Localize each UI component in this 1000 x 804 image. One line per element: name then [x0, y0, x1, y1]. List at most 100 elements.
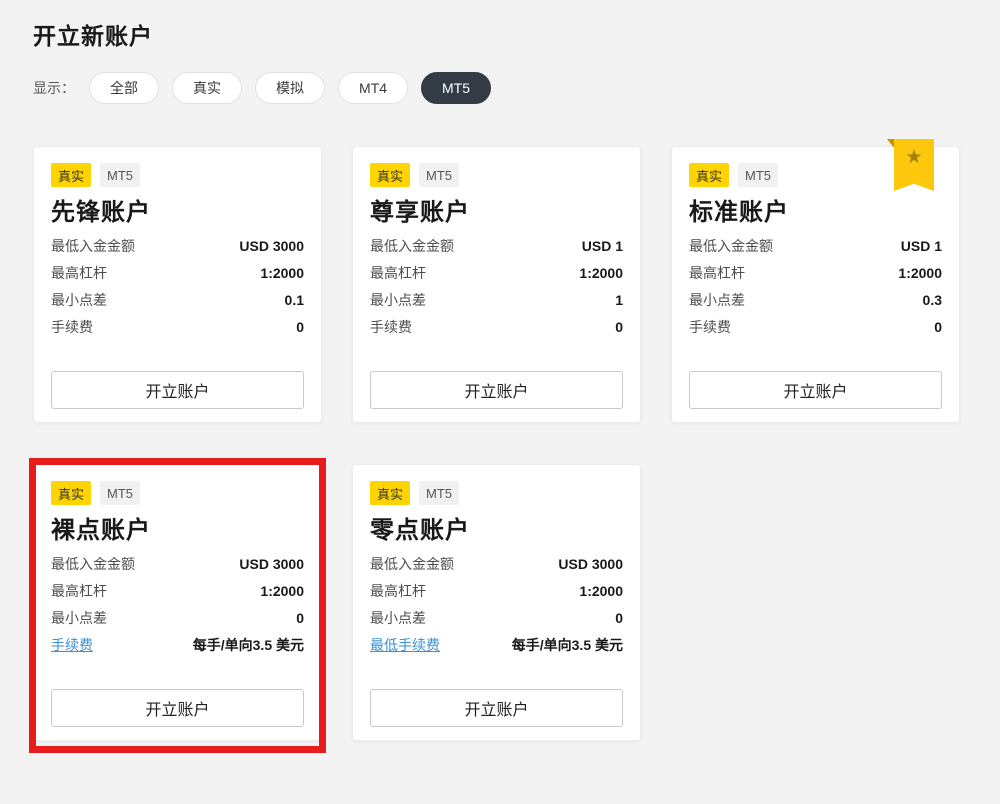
- spec-value: USD 3000: [239, 556, 304, 573]
- spec-value: 0: [615, 319, 623, 336]
- spec-row: 手续费 0: [689, 319, 942, 336]
- spec-label: 最高杠杆: [51, 265, 107, 282]
- open-account-button[interactable]: 开立账户: [51, 689, 304, 727]
- account-title: 先锋账户: [51, 200, 304, 226]
- min-commission-link[interactable]: 最低手续费: [370, 637, 440, 653]
- spec-rows: 最低入金金额 USD 1 最高杠杆 1:2000 最小点差 0.3 手续费 0: [689, 238, 942, 336]
- spec-row: 最小点差 0.3: [689, 292, 942, 309]
- spec-rows: 最低入金金额 USD 3000 最高杠杆 1:2000 最小点差 0 手续费 每…: [51, 556, 304, 654]
- spec-label: 最低入金金额: [51, 556, 135, 573]
- spec-value: 每手/单向3.5 美元: [512, 637, 623, 654]
- spec-value: 1:2000: [260, 265, 304, 282]
- spec-label: 最小点差: [51, 292, 107, 309]
- spec-row: 最小点差 0: [370, 610, 623, 627]
- spec-value: USD 1: [901, 238, 942, 255]
- spec-row: 最小点差 0: [51, 610, 304, 627]
- spec-label: 最高杠杆: [370, 583, 426, 600]
- spec-value: 0: [615, 610, 623, 627]
- spec-label: 最低入金金额: [51, 238, 135, 255]
- ribbon-fold: [887, 139, 894, 148]
- spec-value: 1:2000: [260, 583, 304, 600]
- spec-value: 1:2000: [579, 583, 623, 600]
- spec-label: 最低入金金额: [370, 556, 454, 573]
- spec-row: 手续费 0: [370, 319, 623, 336]
- spec-row: 最低入金金额 USD 1: [370, 238, 623, 255]
- spec-row: 最小点差 1: [370, 292, 623, 309]
- page-title: 开立新账户: [33, 17, 153, 51]
- open-account-button[interactable]: 开立账户: [370, 371, 623, 409]
- spec-value: 1: [615, 292, 623, 309]
- filter-label: 显示：: [33, 78, 75, 98]
- filter-pill-mt5[interactable]: MT5: [421, 72, 491, 104]
- badge-row: 真实 MT5: [370, 481, 623, 505]
- spec-value: 0.3: [923, 292, 942, 309]
- spec-label: 手续费: [689, 319, 731, 336]
- spec-value: 0: [934, 319, 942, 336]
- account-title: 尊享账户: [370, 200, 623, 226]
- badge-row: 真实 MT5: [51, 163, 304, 187]
- account-card-zero-point: 真实 MT5 零点账户 最低入金金额 USD 3000 最高杠杆 1:2000 …: [352, 464, 641, 741]
- spec-value: USD 3000: [239, 238, 304, 255]
- spec-value: 1:2000: [898, 265, 942, 282]
- spec-row: 最低入金金额 USD 3000: [51, 556, 304, 573]
- spec-row: 最高杠杆 1:2000: [51, 265, 304, 282]
- account-type-badge: 真实: [370, 481, 410, 505]
- spec-label: 手续费: [51, 319, 93, 336]
- platform-badge: MT5: [100, 163, 140, 187]
- spec-label: 最高杠杆: [689, 265, 745, 282]
- filter-pill-demo[interactable]: 模拟: [255, 72, 325, 104]
- account-card-standard: ★ 真实 MT5 标准账户 最低入金金额 USD 1 最高杠杆 1:2000 最…: [671, 146, 960, 423]
- filter-pill-all[interactable]: 全部: [89, 72, 159, 104]
- spec-row: 最高杠杆 1:2000: [51, 583, 304, 600]
- filter-pill-mt4[interactable]: MT4: [338, 72, 408, 104]
- open-account-button[interactable]: 开立账户: [370, 689, 623, 727]
- spec-row: 最低入金金额 USD 3000: [51, 238, 304, 255]
- account-title: 零点账户: [370, 518, 623, 544]
- filter-bar: 显示： 全部 真实 模拟 MT4 MT5: [33, 72, 504, 104]
- open-account-button[interactable]: 开立账户: [51, 371, 304, 409]
- open-account-button[interactable]: 开立账户: [689, 371, 942, 409]
- spec-row: 最高杠杆 1:2000: [370, 265, 623, 282]
- spec-value: 每手/单向3.5 美元: [193, 637, 304, 654]
- spec-value: 0: [296, 319, 304, 336]
- account-card-pioneer: 真实 MT5 先锋账户 最低入金金额 USD 3000 最高杠杆 1:2000 …: [33, 146, 322, 423]
- spec-rows: 最低入金金额 USD 1 最高杠杆 1:2000 最小点差 1 手续费 0: [370, 238, 623, 336]
- platform-badge: MT5: [100, 481, 140, 505]
- spec-label: 最小点差: [370, 610, 426, 627]
- filter-pill-real[interactable]: 真实: [172, 72, 242, 104]
- badge-row: 真实 MT5: [51, 481, 304, 505]
- spec-value: USD 1: [582, 238, 623, 255]
- featured-ribbon: ★: [894, 139, 934, 191]
- spec-rows: 最低入金金额 USD 3000 最高杠杆 1:2000 最小点差 0.1 手续费…: [51, 238, 304, 336]
- spec-row: 最低入金金额 USD 1: [689, 238, 942, 255]
- platform-badge: MT5: [738, 163, 778, 187]
- spec-label: 最高杠杆: [51, 583, 107, 600]
- spec-row: 手续费 0: [51, 319, 304, 336]
- account-type-badge: 真实: [51, 163, 91, 187]
- spec-value: USD 3000: [558, 556, 623, 573]
- spec-row: 最高杠杆 1:2000: [370, 583, 623, 600]
- spec-value: 0: [296, 610, 304, 627]
- account-title: 裸点账户: [51, 518, 304, 544]
- spec-label: 最小点差: [51, 610, 107, 627]
- spec-row: 最高杠杆 1:2000: [689, 265, 942, 282]
- badge-row: 真实 MT5: [370, 163, 623, 187]
- spec-row: 手续费 每手/单向3.5 美元: [51, 637, 304, 654]
- account-cards-grid: 真实 MT5 先锋账户 最低入金金额 USD 3000 最高杠杆 1:2000 …: [33, 146, 960, 741]
- account-type-badge: 真实: [370, 163, 410, 187]
- spec-row: 最小点差 0.1: [51, 292, 304, 309]
- account-card-premium: 真实 MT5 尊享账户 最低入金金额 USD 1 最高杠杆 1:2000 最小点…: [352, 146, 641, 423]
- spec-label: 最高杠杆: [370, 265, 426, 282]
- spec-label: 最低入金金额: [689, 238, 773, 255]
- spec-rows: 最低入金金额 USD 3000 最高杠杆 1:2000 最小点差 0 最低手续费…: [370, 556, 623, 654]
- account-card-raw-spread: 真实 MT5 裸点账户 最低入金金额 USD 3000 最高杠杆 1:2000 …: [33, 464, 322, 741]
- spec-label: 最小点差: [689, 292, 745, 309]
- spec-value: 1:2000: [579, 265, 623, 282]
- spec-row: 最低入金金额 USD 3000: [370, 556, 623, 573]
- commission-link[interactable]: 手续费: [51, 637, 93, 653]
- spec-label: 手续费: [370, 319, 412, 336]
- account-title: 标准账户: [689, 200, 942, 226]
- spec-value: 0.1: [285, 292, 304, 309]
- platform-badge: MT5: [419, 163, 459, 187]
- spec-row: 最低手续费 每手/单向3.5 美元: [370, 637, 623, 654]
